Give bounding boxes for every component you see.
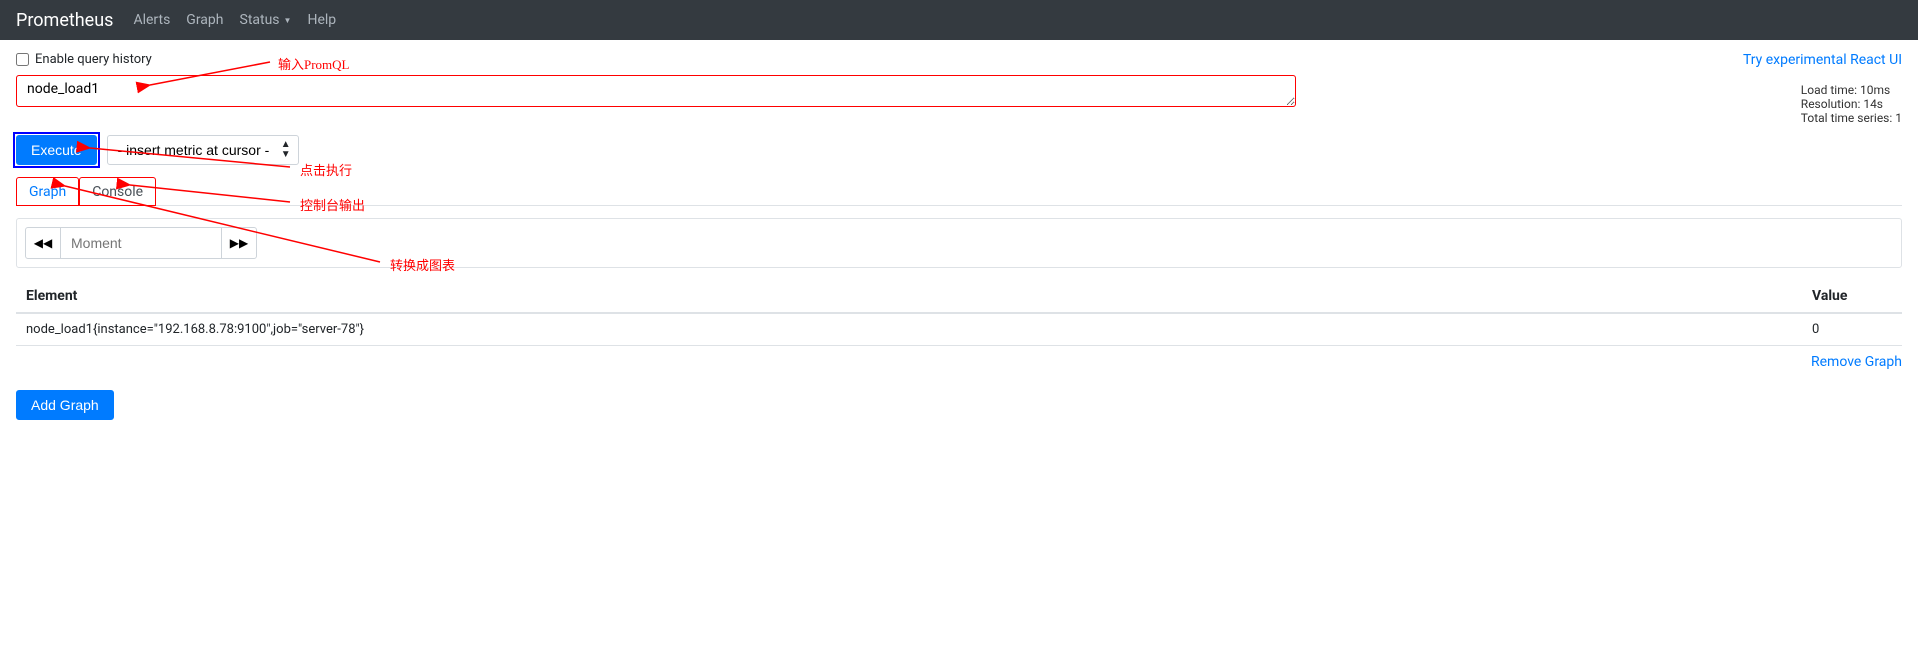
history-checkbox-label: Enable query history	[35, 52, 152, 67]
tab-graph[interactable]: Graph	[16, 177, 79, 206]
tabs: Graph Console	[16, 177, 1902, 206]
react-ui-link[interactable]: Try experimental React UI	[1743, 52, 1902, 68]
metric-select-wrap: - insert metric at cursor - ▲▼	[107, 135, 299, 165]
history-checkbox[interactable]	[16, 53, 29, 66]
time-next-button[interactable]: ▶▶	[221, 227, 257, 259]
th-element: Element	[16, 280, 1802, 313]
td-value: 0	[1802, 313, 1902, 346]
nav-help[interactable]: Help	[307, 12, 336, 28]
controls-row: Execute - insert metric at cursor - ▲▼	[16, 135, 1902, 165]
td-element: node_load1{instance="192.168.8.78:9100",…	[16, 313, 1802, 346]
query-row: Load time: 10ms Resolution: 14s Total ti…	[16, 75, 1902, 125]
add-graph-button[interactable]: Add Graph	[16, 390, 114, 420]
nav-status[interactable]: Status ▼	[240, 12, 292, 28]
th-value: Value	[1802, 280, 1902, 313]
table-header-row: Element Value	[16, 280, 1902, 313]
query-input[interactable]	[16, 75, 1296, 107]
remove-graph-link[interactable]: Remove Graph	[16, 354, 1902, 370]
top-row: Enable query history Try experimental Re…	[16, 52, 1902, 75]
main-container: Enable query history Try experimental Re…	[0, 40, 1918, 432]
navbar-brand[interactable]: Prometheus	[16, 10, 113, 31]
navbar-nav: Alerts Graph Status ▼ Help	[133, 12, 336, 28]
execute-button[interactable]: Execute	[16, 135, 97, 165]
moment-input[interactable]	[61, 227, 221, 259]
stat-load-time: Load time: 10ms	[1801, 83, 1902, 97]
double-right-icon: ▶▶	[230, 236, 248, 250]
result-table: Element Value node_load1{instance="192.1…	[16, 280, 1902, 346]
tab-console[interactable]: Console	[79, 177, 156, 206]
stat-total-series: Total time series: 1	[1801, 111, 1902, 125]
time-controls: ◀◀ ▶▶	[16, 218, 1902, 268]
nav-status-label: Status	[240, 12, 280, 28]
query-stats: Load time: 10ms Resolution: 14s Total ti…	[1801, 83, 1902, 125]
caret-down-icon: ▼	[284, 16, 292, 25]
navbar: Prometheus Alerts Graph Status ▼ Help	[0, 0, 1918, 40]
nav-alerts[interactable]: Alerts	[133, 12, 170, 28]
double-left-icon: ◀◀	[34, 236, 52, 250]
table-row: node_load1{instance="192.168.8.78:9100",…	[16, 313, 1902, 346]
stat-resolution: Resolution: 14s	[1801, 97, 1902, 111]
time-prev-button[interactable]: ◀◀	[25, 227, 61, 259]
metric-select[interactable]: - insert metric at cursor -	[107, 135, 299, 165]
add-graph-row: Add Graph	[16, 390, 1902, 420]
nav-graph[interactable]: Graph	[186, 12, 223, 28]
history-checkbox-row[interactable]: Enable query history	[16, 52, 152, 67]
